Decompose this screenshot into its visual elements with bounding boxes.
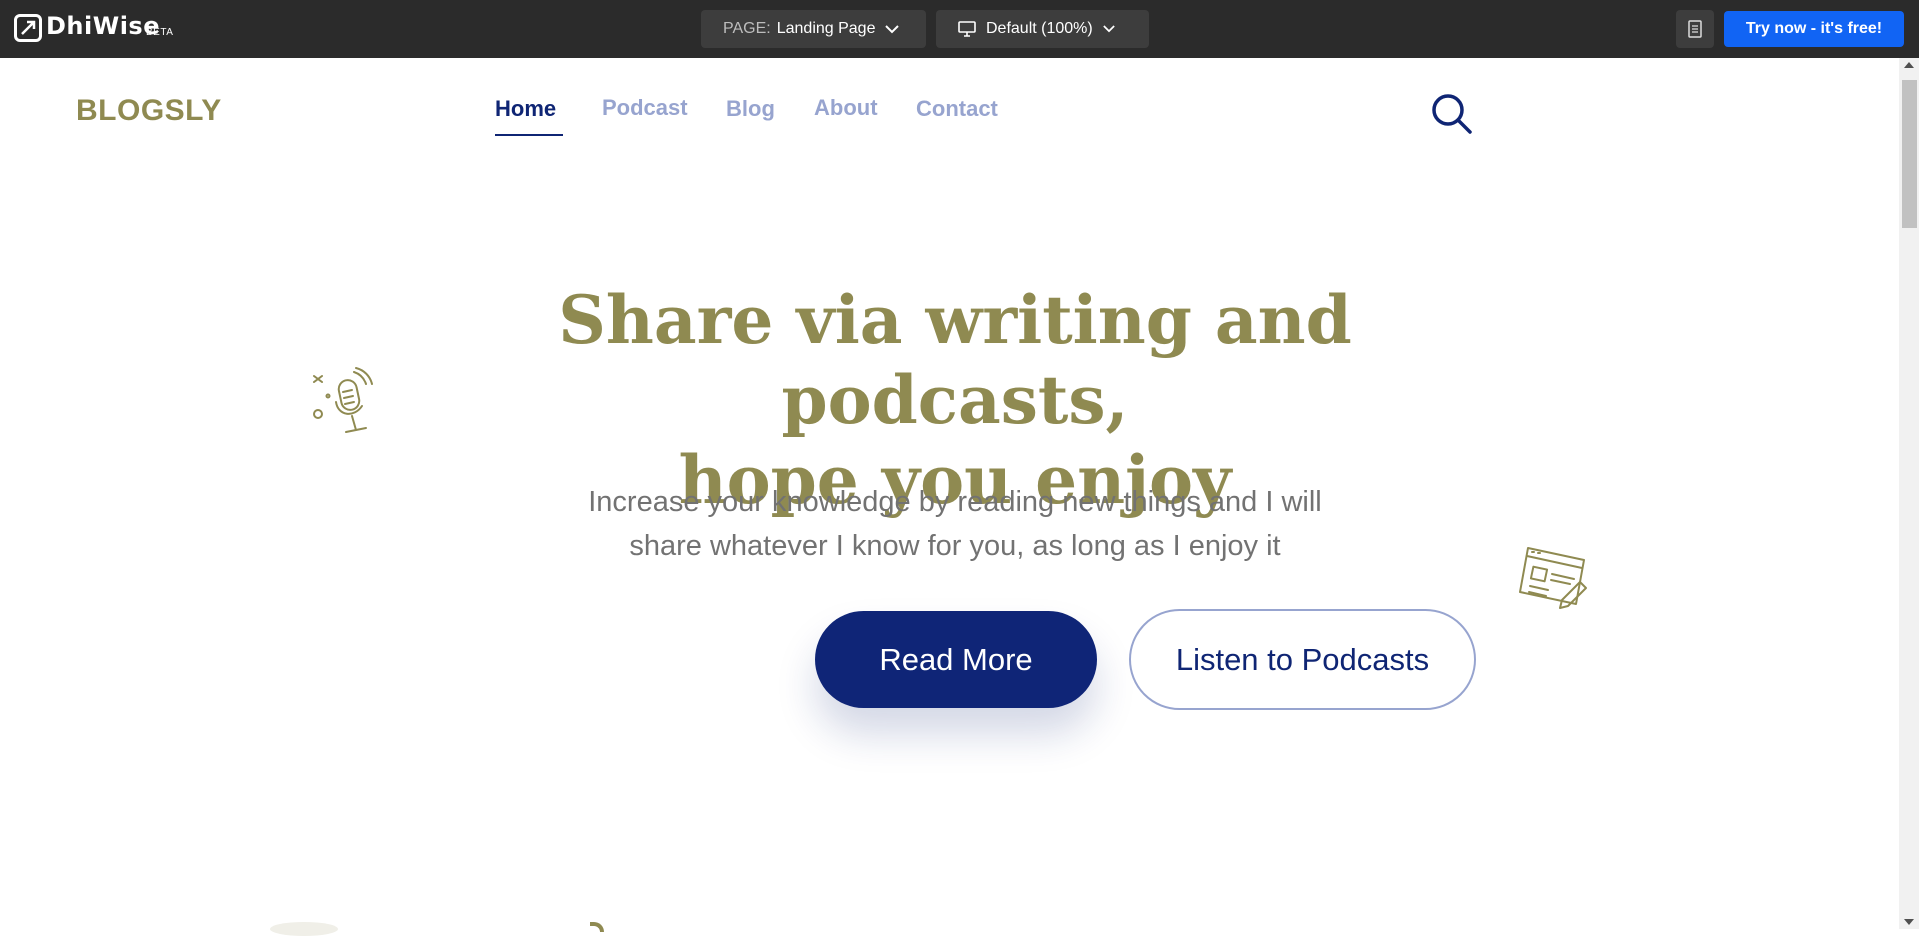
monitor-icon bbox=[958, 21, 976, 37]
page-value: Landing Page bbox=[776, 20, 876, 37]
editor-toolbar: DhiWise BETA PAGE: Landing Page Default … bbox=[0, 0, 1919, 58]
scroll-down-arrow[interactable] bbox=[1904, 919, 1914, 925]
dhiwise-logo-icon[interactable] bbox=[14, 14, 42, 42]
document-button[interactable] bbox=[1676, 10, 1714, 48]
chevron-down-icon bbox=[1102, 25, 1115, 33]
page-selector[interactable]: PAGE: Landing Page bbox=[701, 10, 926, 48]
viewport-value: Default (100%) bbox=[986, 20, 1093, 37]
viewport-selector[interactable]: Default (100%) bbox=[936, 10, 1149, 48]
site-logo[interactable]: BLOGSLY bbox=[76, 94, 222, 128]
page-scrollbar[interactable] bbox=[1899, 58, 1919, 929]
hero-subtitle: Increase your knowledge by reading new t… bbox=[520, 480, 1390, 568]
try-now-button[interactable]: Try now - it's free! bbox=[1724, 11, 1904, 47]
nav-item-contact[interactable]: Contact bbox=[916, 96, 998, 122]
chevron-down-icon bbox=[885, 24, 900, 33]
nav-item-blog[interactable]: Blog bbox=[726, 96, 775, 122]
microphone-icon bbox=[313, 367, 373, 433]
next-section-shape bbox=[270, 922, 338, 936]
hero-title-line-1: Share via writing and podcasts, bbox=[558, 281, 1352, 439]
brand-name[interactable]: DhiWise bbox=[46, 12, 160, 40]
scroll-up-arrow[interactable] bbox=[1904, 62, 1914, 68]
document-icon bbox=[1688, 20, 1702, 38]
read-more-button[interactable]: Read More bbox=[815, 611, 1097, 708]
hero-subtitle-line-2: share whatever I know for you, as long a… bbox=[629, 530, 1281, 562]
hero-subtitle-line-1: Increase your knowledge by reading new t… bbox=[588, 486, 1322, 518]
nav-item-about[interactable]: About bbox=[814, 95, 878, 121]
search-icon[interactable] bbox=[1430, 92, 1474, 136]
nav-item-home[interactable]: Home bbox=[495, 96, 556, 122]
nav-item-podcast[interactable]: Podcast bbox=[602, 95, 688, 121]
scroll-thumb[interactable] bbox=[1902, 80, 1917, 228]
newspaper-icon bbox=[1519, 547, 1587, 609]
page-prefix: PAGE: bbox=[723, 20, 771, 37]
next-section-heading-fragment bbox=[590, 922, 604, 932]
beta-label: BETA bbox=[146, 27, 174, 38]
active-nav-indicator bbox=[495, 134, 563, 136]
listen-to-podcasts-button[interactable]: Listen to Podcasts bbox=[1129, 609, 1476, 710]
